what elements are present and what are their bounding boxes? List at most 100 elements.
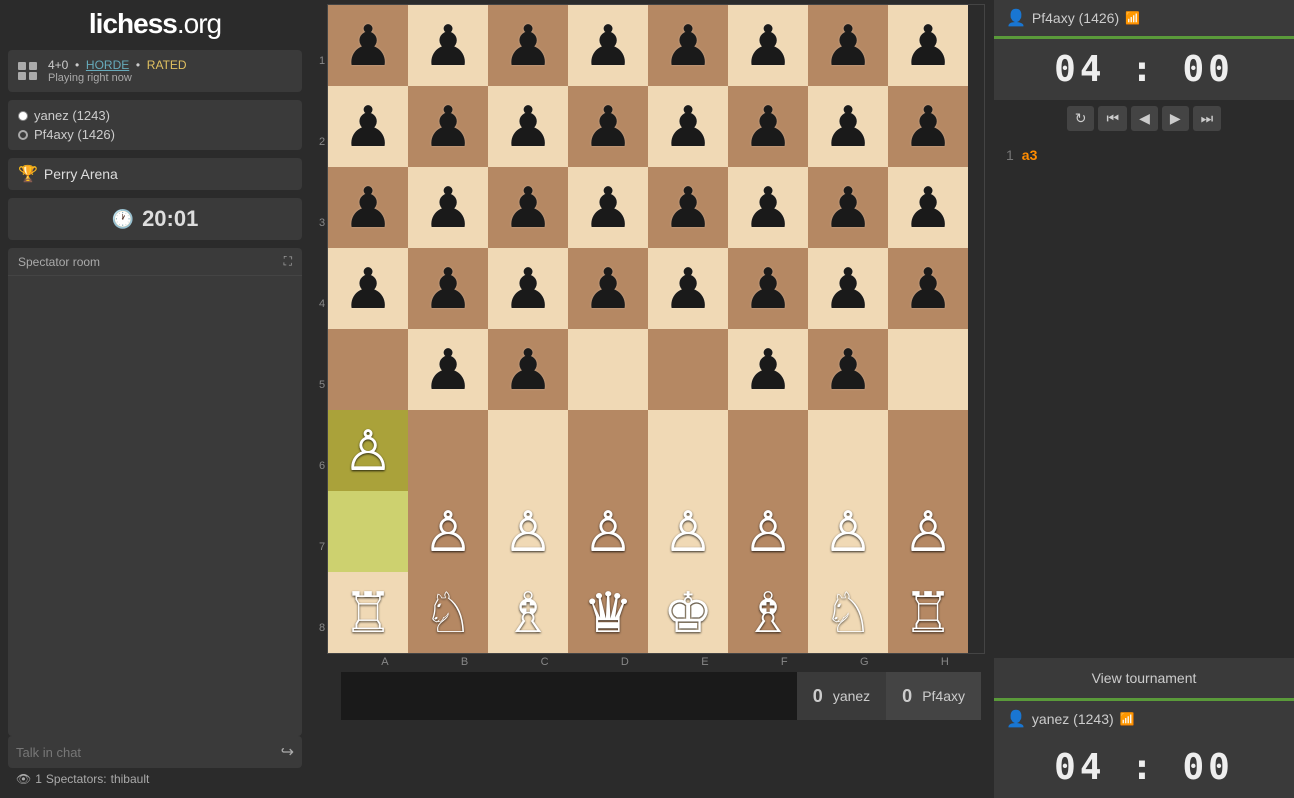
spectator-header: Spectator room ⛶ — [8, 248, 302, 276]
sq-d1[interactable]: ♛ — [568, 572, 648, 653]
sq-a8[interactable]: ♟ — [328, 5, 408, 86]
sq-b8[interactable]: ♟ — [408, 5, 488, 86]
sq-g8[interactable]: ♟ — [808, 5, 888, 86]
piece-h2: ♙ — [903, 504, 953, 560]
next-button[interactable]: ▶ — [1162, 106, 1189, 131]
sq-d3[interactable] — [568, 410, 648, 491]
sq-c1[interactable]: ♗ — [488, 572, 568, 653]
piece-g6: ♟ — [823, 180, 873, 236]
sq-h1[interactable]: ♖ — [888, 572, 968, 653]
sq-f3[interactable] — [728, 410, 808, 491]
sq-e7[interactable]: ♟ — [648, 86, 728, 167]
sq-e6[interactable]: ♟ — [648, 167, 728, 248]
end-button[interactable]: ⏭ — [1193, 106, 1222, 131]
sidebar: lichess.org 4+0 • HORDE • RATED Playing … — [0, 0, 310, 798]
prev-button[interactable]: ◀ — [1131, 106, 1158, 131]
sq-e8[interactable]: ♟ — [648, 5, 728, 86]
sq-g1[interactable]: ♘ — [808, 572, 888, 653]
sq-f8[interactable]: ♟ — [728, 5, 808, 86]
sq-d8[interactable]: ♟ — [568, 5, 648, 86]
tournament-section[interactable]: 🏆 Perry Arena — [8, 158, 302, 190]
sq-e5[interactable]: ♟ — [648, 248, 728, 329]
sq-d5[interactable]: ♟ — [568, 248, 648, 329]
logo[interactable]: lichess.org — [8, 8, 302, 40]
chess-board[interactable]: ♟ ♟ ♟ ♟ ♟ ♟ ♟ ♟ ♟ ♟ ♟ ♟ ♟ ♟ ♟ ♟ — [327, 4, 985, 654]
sq-e3[interactable] — [648, 410, 728, 491]
sq-c7[interactable]: ♟ — [488, 86, 568, 167]
sq-h4[interactable] — [888, 329, 968, 410]
sq-g3[interactable] — [808, 410, 888, 491]
spectators-bar: 👁 1 Spectators: thibault — [8, 768, 302, 790]
top-player-bar[interactable]: 👤 Pf4axy (1426) 📶 — [994, 0, 1294, 39]
player-row-black[interactable]: Pf4axy (1426) — [18, 125, 292, 144]
sq-a4[interactable] — [328, 329, 408, 410]
sq-d7[interactable]: ♟ — [568, 86, 648, 167]
file-labels: A B C D E F G H — [345, 654, 985, 668]
sq-b5[interactable]: ♟ — [408, 248, 488, 329]
sq-f2[interactable]: ♙ — [728, 491, 808, 572]
expand-icon[interactable]: ⛶ — [284, 254, 292, 269]
view-tournament-button[interactable]: View tournament — [994, 658, 1294, 698]
sq-g7[interactable]: ♟ — [808, 86, 888, 167]
piece-c1: ♗ — [503, 585, 553, 641]
sq-g4[interactable]: ♟ — [808, 329, 888, 410]
sq-g2[interactable]: ♙ — [808, 491, 888, 572]
move-1-white[interactable]: a3 — [1022, 147, 1038, 163]
sq-e4[interactable] — [648, 329, 728, 410]
sq-d6[interactable]: ♟ — [568, 167, 648, 248]
sq-a3[interactable]: ♙ — [328, 410, 408, 491]
right-panel: 👤 Pf4axy (1426) 📶 04 : 00 ↻ ⏮ ◀ ▶ ⏭ 1 a3… — [994, 0, 1294, 798]
sq-g6[interactable]: ♟ — [808, 167, 888, 248]
sq-g5[interactable]: ♟ — [808, 248, 888, 329]
sq-e1[interactable]: ♚ — [648, 572, 728, 653]
sq-h3[interactable] — [888, 410, 968, 491]
black-dot — [18, 130, 28, 140]
sq-b2[interactable]: ♙ — [408, 491, 488, 572]
sq-f5[interactable]: ♟ — [728, 248, 808, 329]
flip-button[interactable]: ↻ — [1067, 106, 1095, 131]
bottom-player-bar[interactable]: 👤 yanez (1243) 📶 — [994, 698, 1294, 737]
game-mode[interactable]: HORDE — [86, 58, 129, 72]
send-icon[interactable]: ↪ — [281, 742, 294, 762]
eye-icon: 👁 — [16, 772, 31, 786]
sq-d2[interactable]: ♙ — [568, 491, 648, 572]
sq-c8[interactable]: ♟ — [488, 5, 568, 86]
sq-b4[interactable]: ♟ — [408, 329, 488, 410]
piece-g2: ♙ — [823, 504, 873, 560]
sq-c4[interactable]: ♟ — [488, 329, 568, 410]
sq-f1[interactable]: ♗ — [728, 572, 808, 653]
sq-b3[interactable] — [408, 410, 488, 491]
sq-f4[interactable]: ♟ — [728, 329, 808, 410]
sq-h2[interactable]: ♙ — [888, 491, 968, 572]
sq-a6[interactable]: ♟ — [328, 167, 408, 248]
sq-a5[interactable]: ♟ — [328, 248, 408, 329]
sq-f7[interactable]: ♟ — [728, 86, 808, 167]
sq-a1[interactable]: ♖ — [328, 572, 408, 653]
sq-d4[interactable] — [568, 329, 648, 410]
piece-d5: ♟ — [583, 261, 633, 317]
sq-h6[interactable]: ♟ — [888, 167, 968, 248]
sq-f6[interactable]: ♟ — [728, 167, 808, 248]
sq-e2[interactable]: ♙ — [648, 491, 728, 572]
move-controls: ↻ ⏮ ◀ ▶ ⏭ — [994, 100, 1294, 137]
sq-c3[interactable] — [488, 410, 568, 491]
chat-input-row[interactable]: ↪ — [8, 736, 302, 768]
sq-a2[interactable] — [328, 491, 408, 572]
sq-a7[interactable]: ♟ — [328, 86, 408, 167]
sq-b7[interactable]: ♟ — [408, 86, 488, 167]
sq-b1[interactable]: ♘ — [408, 572, 488, 653]
piece-e5: ♟ — [663, 261, 713, 317]
sq-h5[interactable]: ♟ — [888, 248, 968, 329]
player-row-white[interactable]: yanez (1243) — [18, 106, 292, 125]
file-d: D — [621, 656, 629, 668]
chat-input[interactable] — [16, 745, 277, 760]
sq-c6[interactable]: ♟ — [488, 167, 568, 248]
sq-h7[interactable]: ♟ — [888, 86, 968, 167]
sq-c5[interactable]: ♟ — [488, 248, 568, 329]
sq-b6[interactable]: ♟ — [408, 167, 488, 248]
file-e: E — [701, 656, 708, 668]
sq-h8[interactable]: ♟ — [888, 5, 968, 86]
start-button[interactable]: ⏮ — [1098, 106, 1127, 131]
sq-c2[interactable]: ♙ — [488, 491, 568, 572]
spectator-room: Spectator room ⛶ — [8, 248, 302, 736]
